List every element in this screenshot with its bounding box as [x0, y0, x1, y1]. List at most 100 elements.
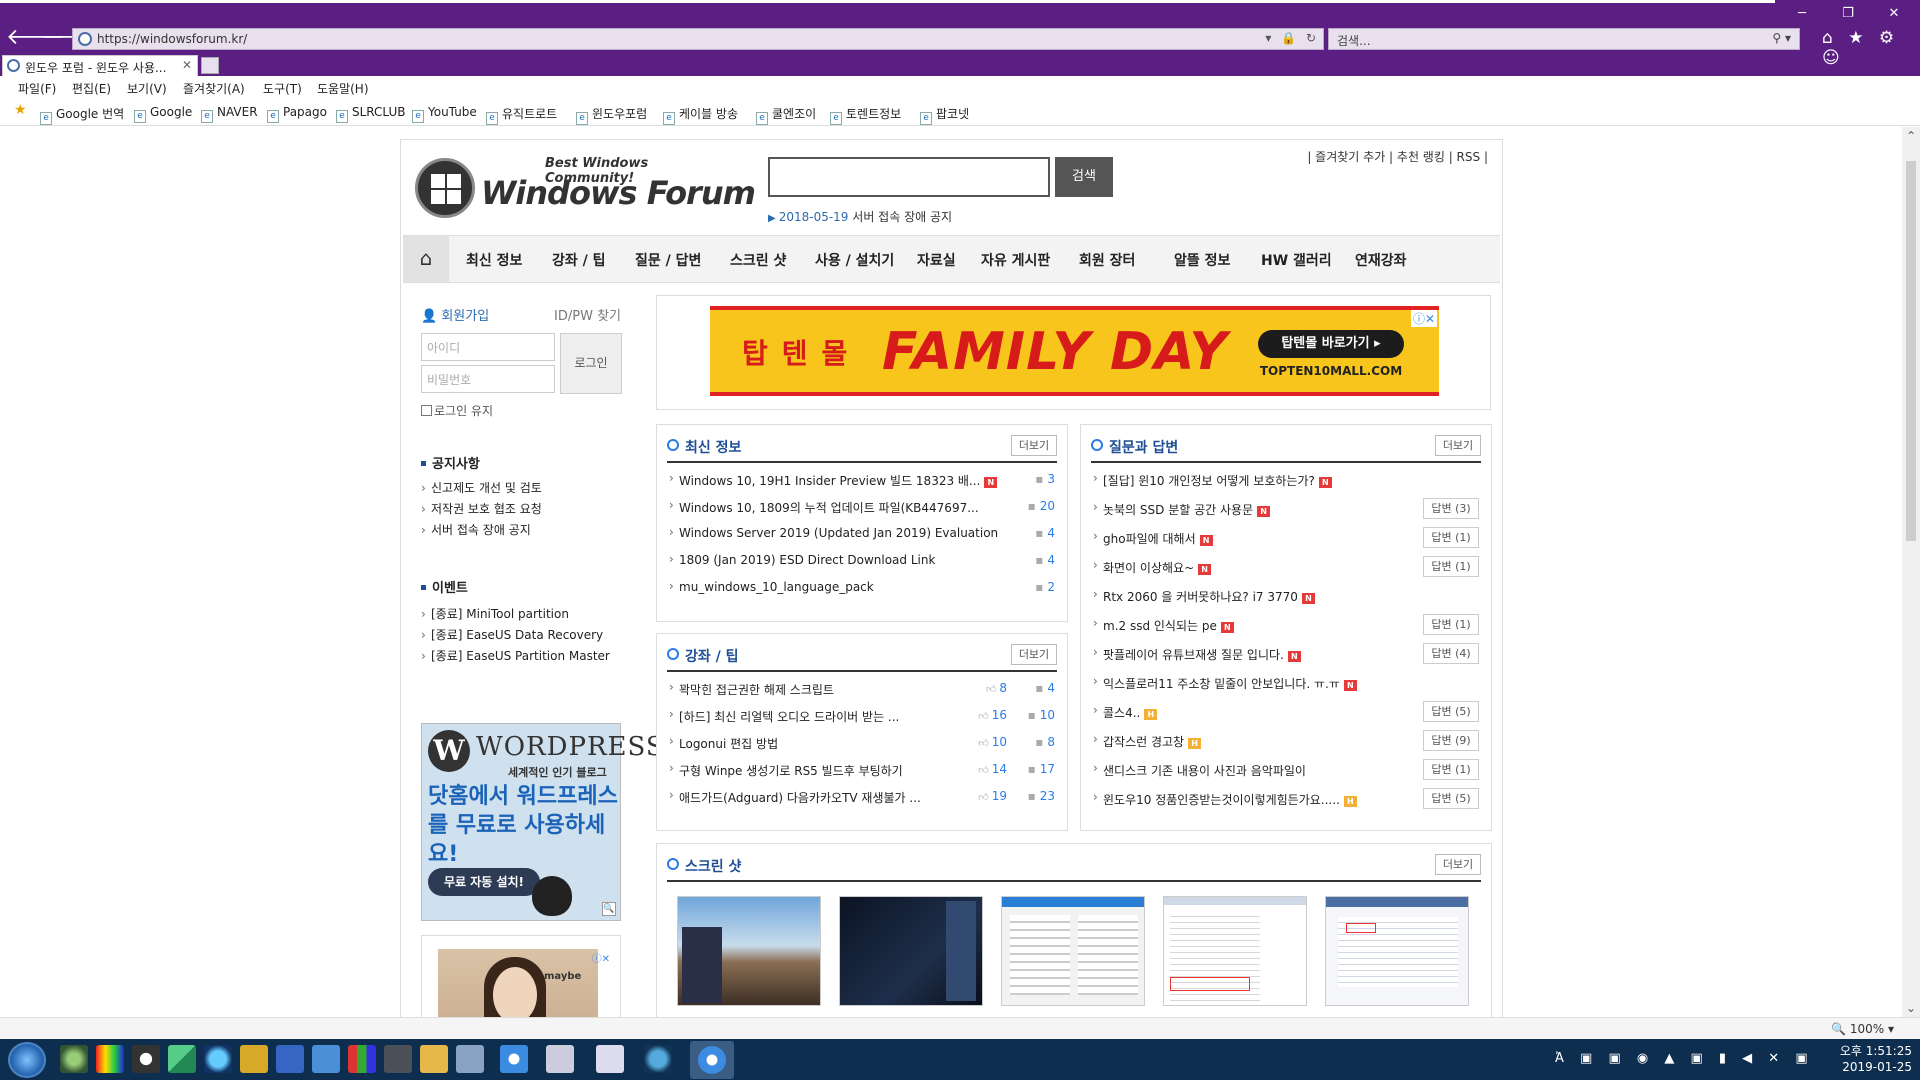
qna-title[interactable]: 질문과 답변: [1091, 437, 1178, 457]
menu-favorites[interactable]: 즐겨찾기(A): [183, 80, 245, 97]
notice-text[interactable]: 서버 접속 장애 공지: [852, 210, 952, 224]
list-item[interactable]: 서버 접속 장애 공지: [421, 520, 542, 541]
screenshot-thumb[interactable]: [1001, 896, 1145, 1006]
wordpress-install-button[interactable]: 무료 자동 설치!: [428, 868, 540, 896]
table-row[interactable]: 갑작스런 경고창H 답변 (9): [1093, 730, 1479, 752]
qna-post-title[interactable]: Rtx 2060 을 커버못하나요? i7 3770N: [1103, 588, 1315, 605]
qna-post-title[interactable]: gho파일에 대해서N: [1103, 530, 1213, 547]
table-row[interactable]: mu_windows_10_language_pack2: [669, 577, 1055, 599]
zoom-level[interactable]: 🔍 100% ▾: [1831, 1022, 1894, 1036]
site-logo[interactable]: Best Windows Community! Windows Forum: [415, 154, 756, 220]
active-ie-taskbar-button[interactable]: [690, 1041, 734, 1079]
ad-close-icon[interactable]: ⓘ✕: [592, 950, 610, 965]
side-ad[interactable]: maybe ⓘ✕: [421, 935, 621, 1017]
fav-item[interactable]: e 쿨엔조이: [756, 105, 816, 125]
taskbar-app-icon[interactable]: [276, 1045, 304, 1073]
scrollbar-thumb[interactable]: [1906, 161, 1916, 541]
table-row[interactable]: [질답] 윈10 개인정보 어떻게 보호하는가?N: [1093, 469, 1479, 491]
screenshots-title[interactable]: 스크린 샷: [667, 856, 741, 876]
table-row[interactable]: Windows 10, 1809의 누적 업데이트 파일(KB447697...…: [669, 496, 1055, 518]
id-input[interactable]: 아이디: [421, 333, 555, 361]
screenshot-thumb[interactable]: [677, 896, 821, 1006]
taskbar-app-icon[interactable]: [384, 1045, 412, 1073]
taskbar-app-icon[interactable]: [546, 1045, 574, 1073]
table-row[interactable]: m.2 ssd 인식되는 peN 답변 (1): [1093, 614, 1479, 636]
media-player-icon[interactable]: [132, 1045, 160, 1073]
qna-more-button[interactable]: 더보기: [1435, 435, 1481, 456]
nav-hw-gallery[interactable]: HW 갤러리: [1261, 250, 1332, 270]
answer-count-badge[interactable]: 답변 (5): [1423, 788, 1479, 809]
nav-qna[interactable]: 질문 / 답변: [635, 250, 701, 270]
file-explorer-icon[interactable]: [420, 1045, 448, 1073]
qna-post-title[interactable]: 화면이 이상해요~N: [1103, 559, 1212, 576]
table-row[interactable]: 팟플레이어 유튜브재생 질문 입니다.N 답변 (4): [1093, 643, 1479, 665]
menu-tools[interactable]: 도구(T): [263, 80, 302, 97]
site-search-button[interactable]: 검색: [1055, 157, 1113, 197]
home-icon[interactable]: ⌂: [403, 236, 449, 282]
password-input[interactable]: 비밀번호: [421, 365, 555, 393]
table-row[interactable]: 1809 (Jan 2019) ESD Direct Download Link…: [669, 550, 1055, 572]
table-row[interactable]: 윈도우10 정품인증받는것이이렇게힘든가요.....H 답변 (5): [1093, 788, 1479, 810]
wordpress-ad[interactable]: W WORDPRESS 세계적인 인기 블로그 닷홈에서 워드프레스를 무료로 …: [421, 723, 664, 921]
latest-more-button[interactable]: 더보기: [1011, 435, 1057, 456]
taskbar-app-icon[interactable]: [456, 1045, 484, 1073]
qna-post-title[interactable]: 놋북의 SSD 분할 공간 사용문N: [1103, 501, 1271, 518]
nav-series[interactable]: 연재강좌: [1355, 250, 1407, 270]
nav-deals[interactable]: 알뜰 정보: [1174, 250, 1230, 270]
browser-search-field[interactable]: 검색... ⚲ ▾: [1328, 28, 1800, 50]
table-row[interactable]: 애드가드(Adguard) 다음카카오TV 재생불가 ...1923: [669, 786, 1055, 808]
join-link[interactable]: 👤 회원가입: [421, 309, 489, 324]
qna-post-title[interactable]: m.2 ssd 인식되는 peN: [1103, 617, 1234, 634]
qna-post-title[interactable]: 갑작스런 경고창H: [1103, 733, 1202, 750]
forward-arrow-icon[interactable]: 🡒: [42, 26, 101, 52]
system-tray[interactable]: Ἀ ▣ ▣ ◉ ▲ ▣ ▮ ◀ ✕ ▣: [1555, 1051, 1814, 1066]
close-window-button[interactable]: ✕: [1872, 4, 1916, 24]
fav-item[interactable]: e Papago: [267, 105, 327, 123]
taskbar-app-icon[interactable]: [168, 1045, 196, 1073]
keep-login-checkbox[interactable]: 로그인 유지: [421, 402, 493, 419]
latest-title[interactable]: 최신 정보: [667, 437, 741, 457]
table-row[interactable]: Logonui 편집 방법108: [669, 732, 1055, 754]
address-bar[interactable]: https://windowsforum.kr/ ▾ 🔒 ↻: [72, 28, 1324, 50]
fav-item[interactable]: e SLRCLUB: [336, 105, 406, 123]
table-row[interactable]: 놋북의 SSD 분할 공간 사용문N 답변 (3): [1093, 498, 1479, 520]
list-item[interactable]: [종료] EaseUS Partition Master: [421, 646, 610, 667]
header-notice[interactable]: ▶ 2018-05-19 서버 접속 장애 공지: [768, 208, 952, 225]
search-icon[interactable]: ⚲ ▾: [1772, 31, 1791, 45]
taskbar-app-icon[interactable]: [596, 1045, 624, 1073]
browser-tab[interactable]: 윈도우 포럼 - 윈도우 사용... ✕: [2, 55, 198, 76]
tips-more-button[interactable]: 더보기: [1011, 644, 1057, 665]
taskbar-app-icon[interactable]: [96, 1045, 124, 1073]
answer-count-badge[interactable]: 답변 (1): [1423, 759, 1479, 780]
top-links[interactable]: | 즐겨찾기 추가 | 추천 랭킹 | RSS |: [1307, 148, 1488, 165]
table-row[interactable]: gho파일에 대해서N 답변 (1): [1093, 527, 1479, 549]
nav-install[interactable]: 사용 / 설치기: [815, 250, 894, 270]
fav-item[interactable]: e 팝코넷: [920, 105, 969, 125]
vertical-scrollbar[interactable]: ⌃ ⌄: [1902, 127, 1920, 1017]
answer-count-badge[interactable]: 답변 (1): [1423, 556, 1479, 577]
fav-item[interactable]: e 윈도우포럼: [576, 105, 647, 125]
address-tools[interactable]: ▾ 🔒 ↻: [1265, 31, 1319, 45]
table-row[interactable]: 익스플로러11 주소창 밑줄이 안보입니다. ㅠ.ㅠN: [1093, 672, 1479, 694]
ad-cta-button[interactable]: 탑텐몰 바로가기 ▸: [1258, 330, 1404, 358]
qna-post-title[interactable]: 윈도우10 정품인증받는것이이렇게힘든가요.....H: [1103, 791, 1357, 808]
family-day-ad[interactable]: 탑텐몰 FAMILY DAY 탑텐몰 바로가기 ▸ TOPTEN10MALL.C…: [710, 306, 1439, 396]
fav-item[interactable]: e Google 번역: [40, 105, 124, 125]
address-url[interactable]: https://windowsforum.kr/: [97, 32, 247, 46]
answer-count-badge[interactable]: 답변 (1): [1423, 614, 1479, 635]
restore-button[interactable]: ❐: [1826, 4, 1870, 24]
find-id-link[interactable]: ID/PW 찾기: [554, 305, 621, 324]
zoom-icon[interactable]: 🔍: [602, 902, 616, 916]
fav-item[interactable]: e 토렌트정보: [830, 105, 901, 125]
fav-item[interactable]: e Google: [134, 105, 192, 123]
table-row[interactable]: 콜스4..H 답변 (5): [1093, 701, 1479, 723]
list-item[interactable]: [종료] MiniTool partition: [421, 604, 610, 625]
nav-screenshots[interactable]: 스크린 샷: [730, 250, 786, 270]
table-row[interactable]: 화면이 이상해요~N 답변 (1): [1093, 556, 1479, 578]
nav-market[interactable]: 회원 장터: [1079, 250, 1135, 270]
screenshots-more-button[interactable]: 더보기: [1435, 854, 1481, 875]
fav-item[interactable]: e 유직트로트: [486, 105, 557, 125]
settings-gear-icon[interactable]: [644, 1045, 672, 1073]
qna-post-title[interactable]: 익스플로러11 주소창 밑줄이 안보입니다. ㅠ.ㅠN: [1103, 675, 1357, 692]
table-row[interactable]: 샌디스크 기존 내용이 사진과 음악파일이 답변 (1): [1093, 759, 1479, 781]
